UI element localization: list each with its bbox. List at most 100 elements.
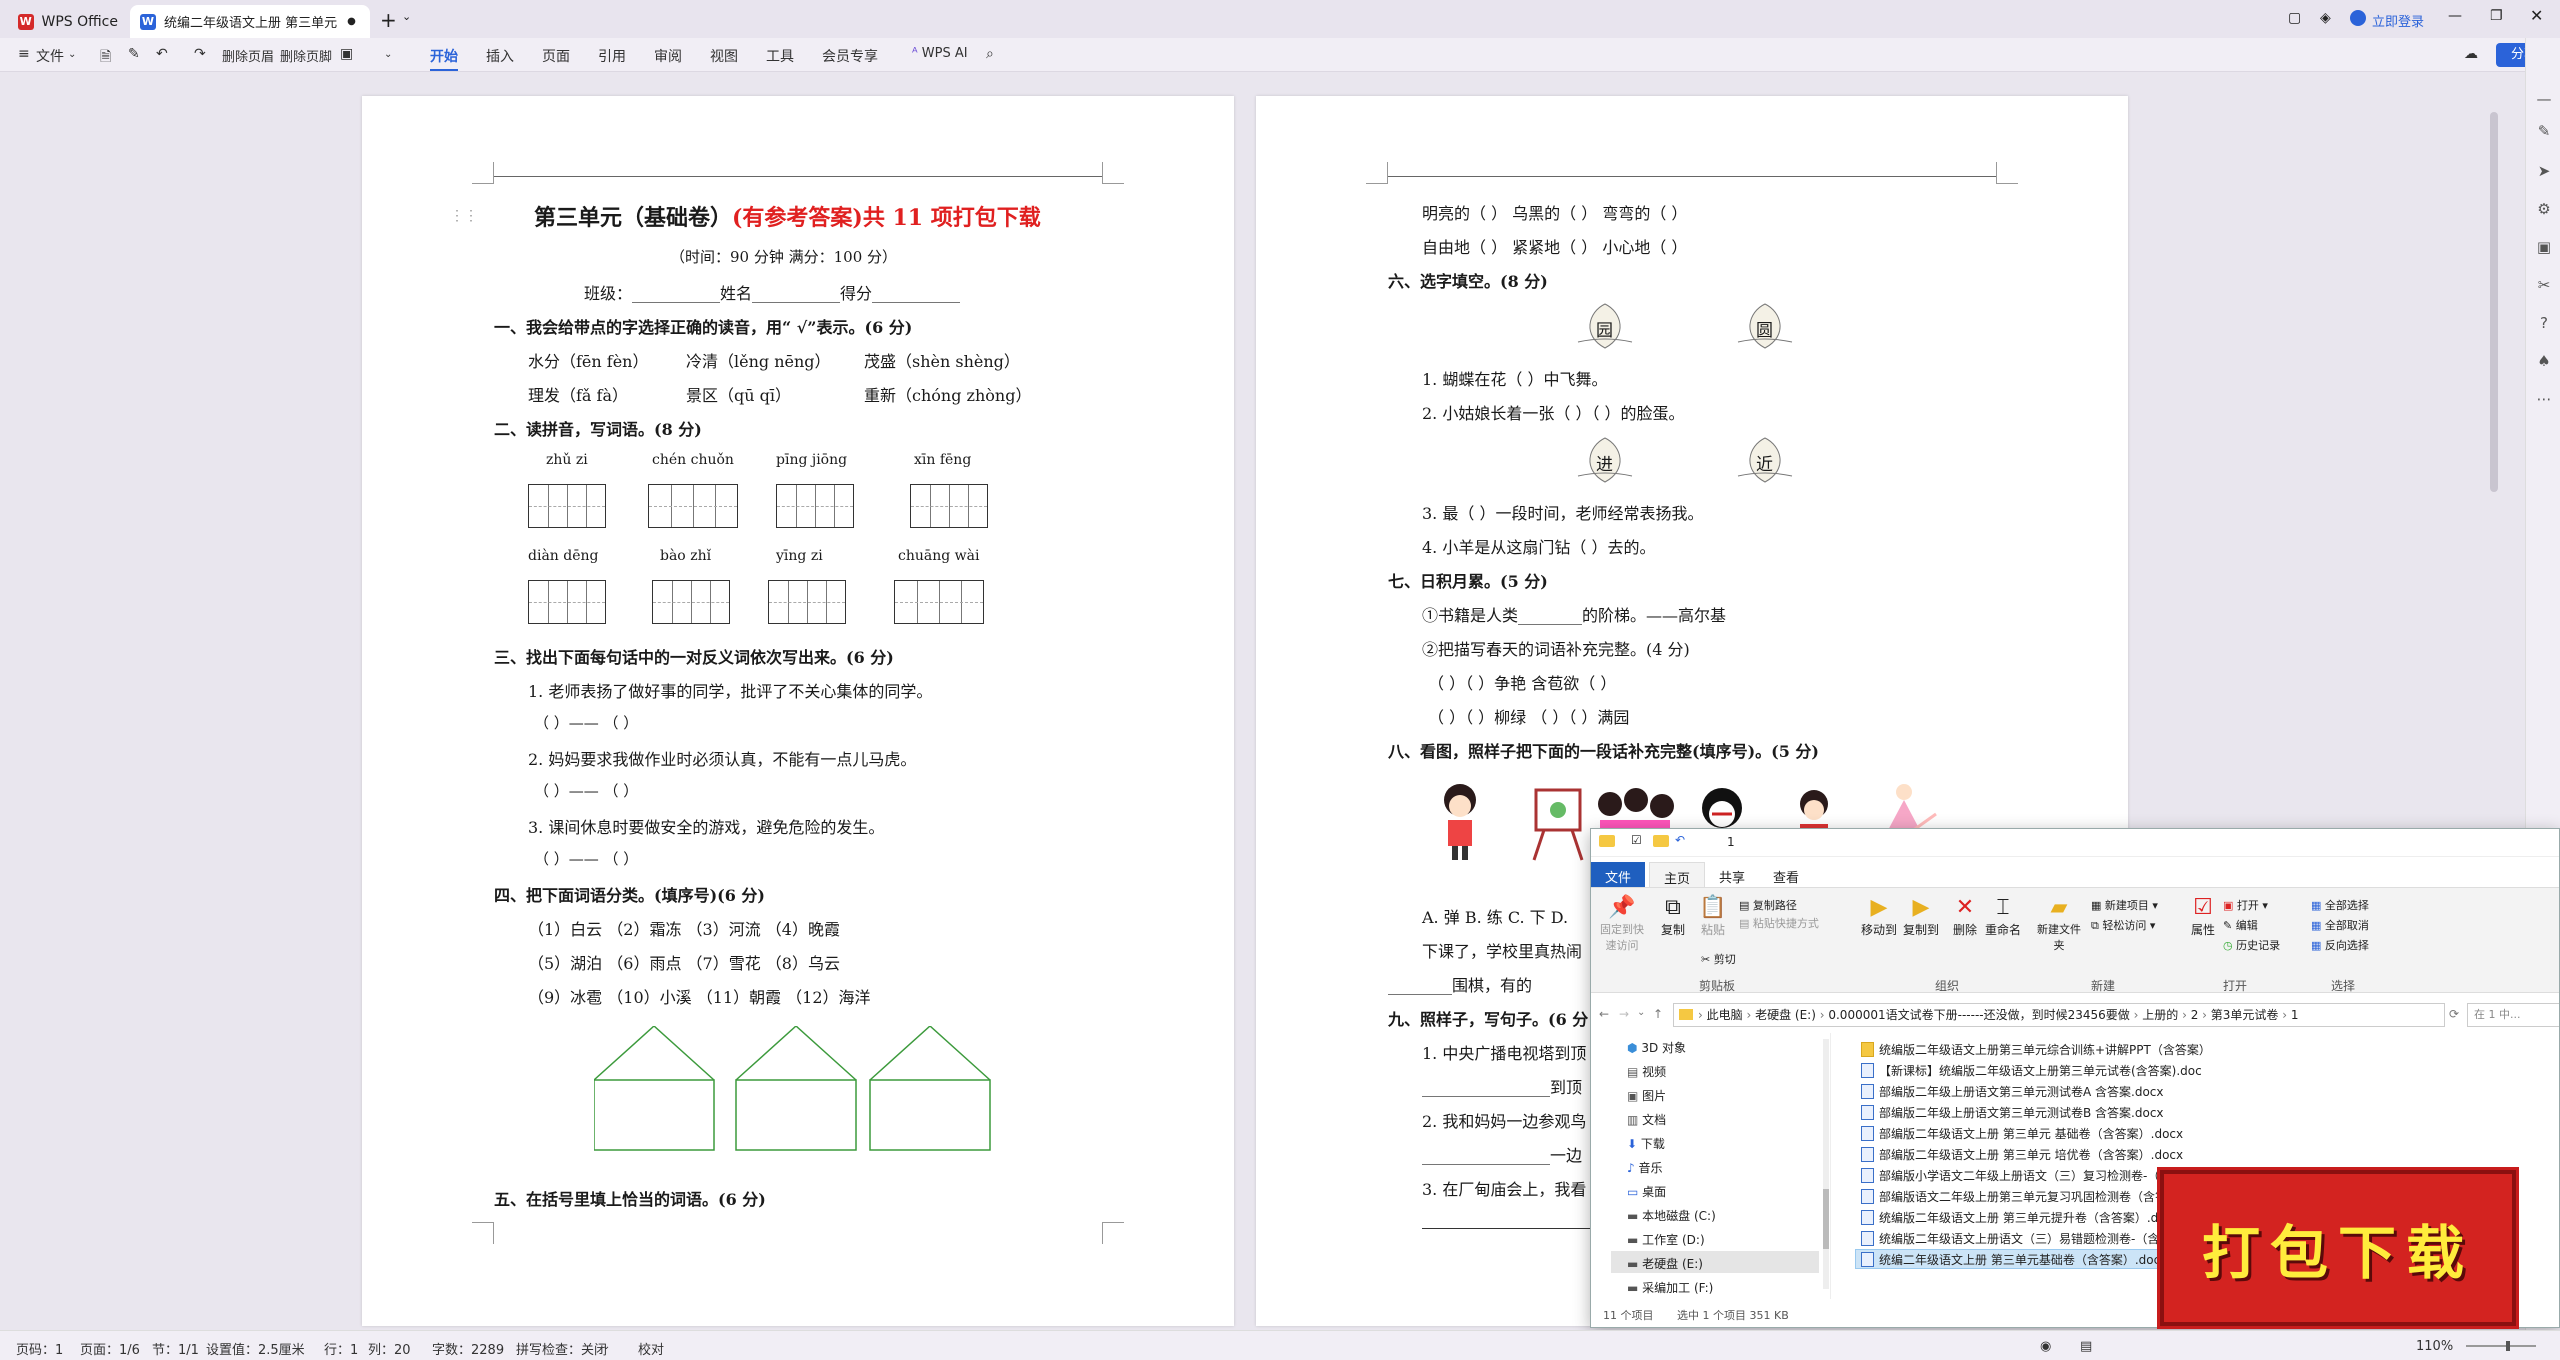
q9-blank[interactable]: ________________一边 [1422,1142,1582,1166]
nav-item-drive-f[interactable]: ▬ 采编加工 (F:) [1627,1279,1713,1296]
drag-handle-icon[interactable]: ⋮⋮ [450,208,478,224]
writing-grid[interactable] [894,580,984,624]
nav-item-videos[interactable]: ▤ 视频 [1627,1063,1666,1080]
nav-item-pictures[interactable]: ▣ 图片 [1627,1087,1666,1104]
file-item[interactable]: 部编版二年级语文上册 第三单元 基础卷（含答案）.docx [1861,1125,2183,1142]
nav-item-downloads[interactable]: ⬇ 下载 [1627,1135,1665,1152]
status-proofread[interactable]: 校对 [638,1339,664,1358]
delete-footer-button[interactable]: 删除页脚 [280,46,332,65]
tab-home[interactable]: 开始 [430,46,458,71]
menu-icon[interactable]: ≡ [18,46,30,62]
login-link[interactable]: 立即登录 [2372,11,2424,30]
open-button[interactable]: ▣ 打开 ▾ [2223,897,2268,913]
forward-button[interactable]: → [1619,1007,1629,1021]
file-item[interactable]: 统编版二年级语文上册语文（三）易错题检测卷-（含答案） [1861,1230,2195,1247]
file-item[interactable]: 【新课标】统编版二年级语文上册第三单元试卷(含答案).doc [1861,1062,2202,1079]
pen-icon[interactable]: ✎ [2535,122,2553,140]
zoom-value[interactable]: 110% [2416,1339,2453,1354]
answer-blank[interactable]: （ ）—— （ ） [534,712,638,733]
pin-quick-access-button[interactable]: 📌 固定到快速访问 [1595,895,1649,953]
status-spellcheck[interactable]: 拼写检查：关闭 [516,1339,607,1358]
save-icon[interactable]: 🗎 [100,46,111,70]
nav-item-drive-e[interactable]: ▬ 老硬盘 (E:) [1627,1255,1703,1272]
search-box[interactable]: 在 1 中... [2467,1003,2559,1027]
add-tab-button[interactable]: + [380,8,397,32]
edit-button[interactable]: ✎ 编辑 [2223,917,2258,933]
writing-grid[interactable] [910,484,988,528]
tab-view[interactable]: 视图 [710,46,738,66]
select-none-button[interactable]: ▦ 全部取消 [2311,917,2369,933]
undo-icon[interactable]: ↶ [156,46,168,62]
answer-blank[interactable]: （ ）—— （ ） [534,848,638,869]
breadcrumb-item[interactable]: 上册的 [2142,1008,2178,1022]
tab-document[interactable]: W 统编二年级语文上册 第三单元 ● [130,5,370,38]
file-menu[interactable]: 文件 [36,46,64,66]
status-setting[interactable]: 设置值：2.5厘米 [206,1339,305,1358]
undo-icon[interactable]: ↶ [1675,833,1685,847]
breadcrumb-item[interactable]: 1 [2291,1008,2299,1022]
house-box[interactable] [594,1079,715,1151]
house-box[interactable] [735,1079,857,1151]
status-page-number[interactable]: 页码：1 [16,1339,63,1358]
refresh-icon[interactable]: ⟳ [2449,1007,2459,1021]
invert-selection-button[interactable]: ▦ 反向选择 [2311,937,2369,953]
nav-item-drive-d[interactable]: ▬ 工作室 (D:) [1627,1231,1705,1248]
back-button[interactable]: ← [1599,1007,1609,1021]
more-icon[interactable]: ⋯ [2535,390,2553,408]
status-row[interactable]: 行：1 [324,1339,358,1358]
copy-button[interactable]: ⧉ 复制 [1655,895,1691,938]
settings-sliders-icon[interactable]: ⚙ [2535,200,2553,218]
properties-button[interactable]: ☑ 属性 [2185,895,2221,938]
image-icon[interactable]: ▣ [2535,238,2553,256]
move-to-button[interactable]: ▶ 移动到 [1859,895,1899,938]
new-item-button[interactable]: ▦ 新建项目 ▾ [2091,897,2158,913]
brush-icon[interactable]: ✎ [128,46,140,62]
easy-access-button[interactable]: ⧉ 轻松访问 ▾ [2091,917,2155,933]
status-section[interactable]: 节：1/1 [152,1339,199,1358]
collapse-icon[interactable]: — [2535,90,2553,108]
address-bar[interactable]: › 此电脑 › 老硬盘 (E:) › 0.000001语文试卷下册------还… [1673,1003,2445,1027]
check-icon[interactable]: ☑ [1631,833,1642,847]
paste-shortcut-button[interactable]: ▤ 粘贴快捷方式 [1739,915,1819,931]
picture-icon[interactable]: ▣ [340,46,353,62]
up-button[interactable]: ↑ [1653,1007,1663,1021]
file-item[interactable]: 部编版语文二年级上册第三单元复习巩固检测卷（含答案） [1861,1188,2191,1205]
writing-grid[interactable] [528,580,606,624]
history-button[interactable]: ◷ 历史记录 [2223,937,2280,953]
redo-icon[interactable]: ↷ [194,46,206,62]
copy-to-button[interactable]: ▶ 复制到 [1901,895,1941,938]
file-item[interactable]: 部编版二年级上册语文第三单元测试卷A 含答案.docx [1861,1083,2164,1100]
tab-reference[interactable]: 引用 [598,46,626,66]
file-item[interactable]: 统编版二年级语文上册 第三单元提升卷（含答案）.docx [1861,1209,2179,1226]
tab-insert[interactable]: 插入 [486,46,514,66]
status-page-count[interactable]: 页面：1/6 [80,1339,140,1358]
writing-grid[interactable] [768,580,846,624]
select-all-button[interactable]: ▦ 全部选择 [2311,897,2369,913]
page-view-icon[interactable]: ▤ [2080,1339,2092,1354]
writing-grid[interactable] [648,484,738,528]
status-word-count[interactable]: 字数：2289 [432,1339,504,1358]
zoom-slider[interactable] [2466,1341,2536,1351]
page-1[interactable]: ⋮⋮ 第三单元（基础卷）(有参考答案)共 11 项打包下载 （时间：90 分钟 … [362,96,1234,1326]
breadcrumb-item[interactable]: 第3单元试卷 [2211,1008,2279,1022]
nav-scrollbar[interactable] [1823,1039,1829,1289]
tab-member[interactable]: 会员专享 [822,46,878,66]
avatar[interactable] [2350,10,2366,26]
copy-path-button[interactable]: ▤ 复制路径 [1739,897,1797,913]
writing-grid[interactable] [652,580,730,624]
answer-blank[interactable]: （ ）—— （ ） [534,780,638,801]
delete-header-button[interactable]: 删除页眉 [222,46,274,65]
tab-tools[interactable]: 工具 [766,46,794,66]
file-item-selected[interactable]: 统编二年级语文上册 第三单元基础卷（含答案）.docx [1861,1251,2167,1268]
breadcrumb-item[interactable]: 0.000001语文试卷下册------还没做，到时候23456要做 [1828,1008,2129,1022]
cloud-icon[interactable]: ☁ [2464,46,2478,62]
delete-button[interactable]: ✕ 删除 [1949,895,1981,938]
minimize-icon[interactable]: — [2448,8,2462,24]
writing-grid[interactable] [528,484,606,528]
house-box[interactable] [869,1079,991,1151]
explorer-tab-share[interactable]: 共享 [1707,864,1757,889]
help-icon[interactable]: ? [2535,314,2553,332]
tab-wps-office[interactable]: W WPS Office [8,5,128,38]
rename-button[interactable]: ⌶ 重命名 [1983,895,2023,938]
file-item[interactable]: 部编版二年级上册语文第三单元测试卷B 含答案.docx [1861,1104,2164,1121]
